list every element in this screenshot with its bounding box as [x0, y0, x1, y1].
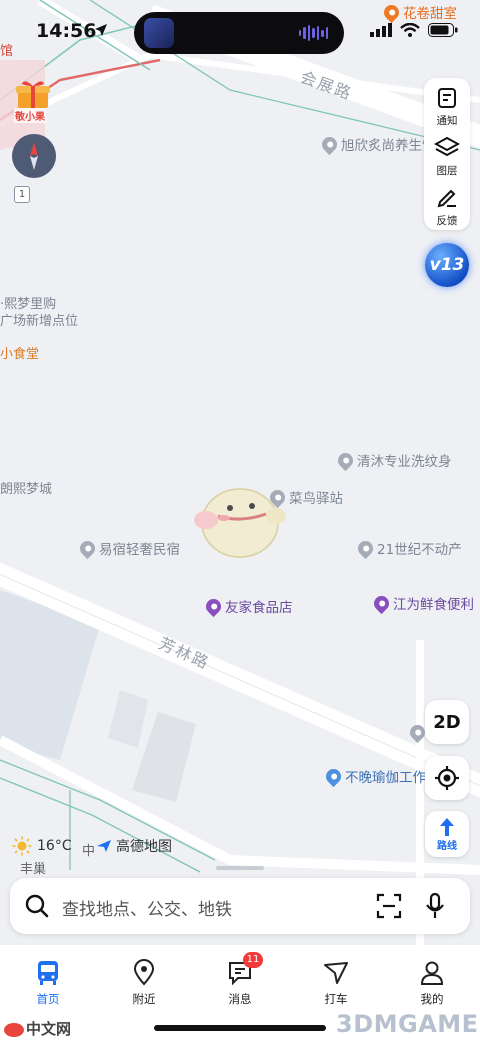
notice-icon	[438, 88, 456, 108]
tab-label: 首页	[36, 992, 60, 1006]
v13-badge-icon[interactable]: v13	[425, 243, 469, 287]
tab-label: 我的	[420, 992, 444, 1006]
poi-pin-icon	[370, 592, 393, 614]
location-arrow-icon	[94, 22, 108, 41]
locate-button[interactable]	[425, 756, 469, 800]
poi-label: 友家食品店	[225, 600, 293, 616]
map-label-xiao-shitang: 小食堂	[0, 347, 40, 362]
tab-label: 打车	[324, 992, 348, 1006]
battery-icon	[428, 22, 458, 41]
watermark-left: 中文网	[4, 1018, 71, 1039]
tab-taxi[interactable]: 打车	[301, 953, 371, 1006]
locate-crosshair-icon	[435, 766, 459, 790]
message-count-badge: 11	[243, 952, 263, 968]
php-logo-icon	[4, 1022, 24, 1037]
route-button[interactable]: 路线	[425, 811, 469, 857]
poi-label: 清沐专业洗纹身	[357, 454, 452, 470]
wifi-icon	[400, 22, 420, 41]
poi-xuxin[interactable]: 旭欣炙尚养生馆	[318, 133, 436, 155]
status-bar: 14:56	[0, 0, 480, 64]
poi-21century[interactable]: 21世纪不动产	[354, 537, 462, 559]
map-canvas[interactable]: 会展路 芳林路 花卷甜室 馆 旭欣炙尚养生馆 ·熙梦里购 广场新增点位 小食堂 …	[0, 0, 480, 945]
poi-label: 旭欣炙尚养生馆	[341, 138, 436, 154]
route-label: 路线	[437, 840, 457, 852]
drawer-handle[interactable]	[216, 866, 264, 870]
taxi-icon	[324, 962, 348, 984]
poi-label: 江为鲜食便利	[393, 597, 474, 613]
map-label-mengcheng: 朗熙梦城	[0, 482, 53, 497]
compass-icon	[30, 142, 38, 170]
layers-button[interactable]: 图层	[424, 130, 470, 180]
microphone-icon[interactable]	[424, 892, 446, 920]
scan-icon[interactable]	[376, 893, 402, 919]
floor-indicator[interactable]: 1	[14, 186, 30, 203]
tab-label: 消息	[228, 992, 252, 1006]
map-label-fengchao: 丰巢	[20, 862, 47, 877]
mascot-marker-icon[interactable]	[190, 478, 290, 563]
tab-home[interactable]: 首页	[13, 953, 83, 1006]
poi-pin-icon	[354, 537, 377, 559]
poi-label: 21世纪不动产	[377, 542, 462, 558]
poi-yisu[interactable]: 易宿轻奢民宿	[76, 537, 180, 559]
location-pin-icon	[133, 959, 155, 986]
feedback-label: 反馈	[436, 215, 458, 227]
notify-button[interactable]: 通知	[424, 80, 470, 130]
poi-qingmu[interactable]: 清沐专业洗纹身	[334, 449, 452, 471]
weather-temp: 16°C	[37, 838, 72, 854]
search-bar[interactable]: 查找地点、公交、地铁	[10, 878, 470, 934]
watermark-right: 3DMGAME	[336, 1010, 479, 1038]
poi-pin-icon	[334, 449, 357, 471]
signal-icon	[370, 22, 392, 41]
poi-pin-icon	[318, 133, 341, 155]
poi-label: 菜鸟驿站	[289, 491, 343, 507]
feedback-button[interactable]: 反馈	[424, 180, 470, 230]
dynamic-island[interactable]	[134, 12, 344, 54]
poi-pin-icon	[202, 595, 225, 617]
system-icons	[370, 22, 458, 41]
tab-label: 附近	[132, 992, 156, 1006]
poi-youjia[interactable]: 友家食品店	[202, 595, 293, 617]
brand-name: 高德地图	[116, 839, 172, 855]
poi-label: 易宿轻奢民宿	[99, 542, 180, 558]
map-tool-panel: 通知 图层 反馈	[424, 78, 470, 230]
search-icon	[25, 894, 49, 918]
feedback-pen-icon	[437, 189, 456, 208]
poi-jiangwei[interactable]: 江为鲜食便利	[370, 592, 474, 614]
bus-icon	[38, 961, 58, 985]
compass-button[interactable]	[12, 134, 56, 178]
now-playing-artwork-icon	[144, 18, 174, 48]
gift-label: 敬小果	[14, 108, 46, 123]
layers-icon	[433, 136, 461, 157]
notify-label: 通知	[436, 115, 458, 127]
poi-pin-icon	[76, 537, 99, 559]
search-input[interactable]: 查找地点、公交、地铁	[62, 895, 232, 920]
gift-box-icon	[16, 81, 50, 108]
gift-entry[interactable]: 敬小果	[12, 78, 54, 123]
watermark-left-text: 中文网	[26, 1020, 72, 1038]
home-indicator[interactable]	[154, 1025, 326, 1031]
brand-logo: 高德地图	[96, 836, 172, 856]
tab-nearby[interactable]: 附近	[109, 953, 179, 1006]
poi-label: 不晚瑜伽工作	[345, 770, 426, 786]
sun-icon	[12, 836, 32, 856]
poi-buwan-yoga[interactable]: 不晚瑜伽工作	[322, 765, 426, 787]
map-label-xizhao-2: 广场新增点位	[0, 314, 79, 329]
amap-logo-icon	[97, 840, 111, 852]
weather-widget[interactable]: 16°C	[12, 836, 72, 856]
user-icon	[420, 961, 444, 985]
tab-messages[interactable]: 11 消息	[205, 952, 275, 1006]
tab-profile[interactable]: 我的	[397, 953, 467, 1006]
mode-2d-button[interactable]: 2D	[425, 700, 469, 744]
status-time: 14:56	[36, 20, 97, 42]
route-arrow-icon	[440, 817, 454, 836]
layers-label: 图层	[436, 165, 458, 177]
map-label-zhong: 中	[82, 844, 96, 859]
poi-pin-icon	[322, 765, 345, 787]
audio-wave-icon	[298, 25, 328, 41]
